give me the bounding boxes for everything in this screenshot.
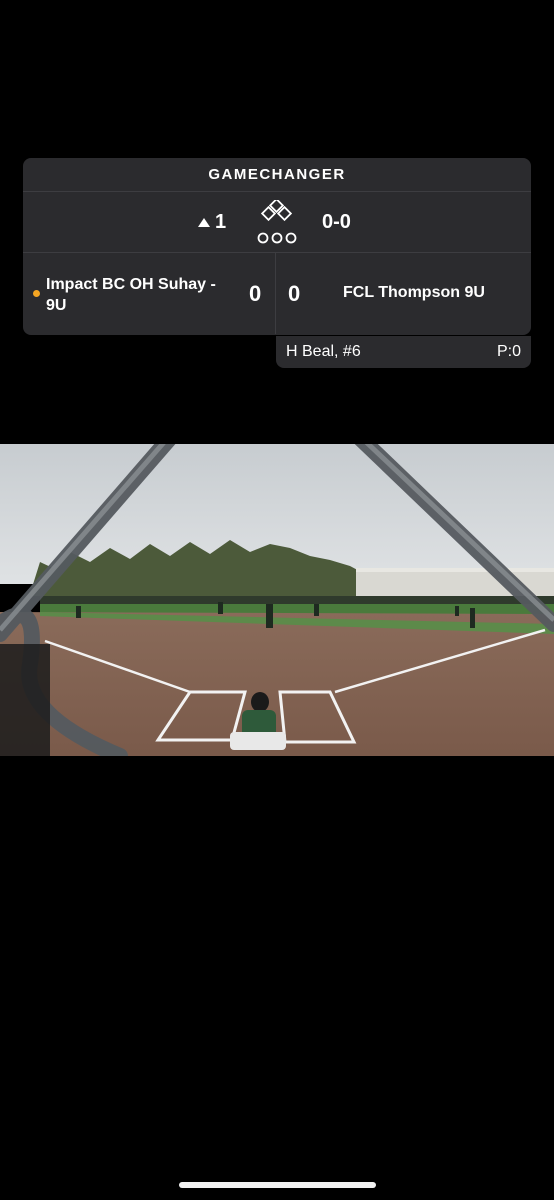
- inning-indicator: 1: [198, 211, 226, 234]
- scoreboard-overlay: GAMECHANGER 1 0-0 Impact BC OH Suhay - 9…: [23, 158, 531, 335]
- bases-outs-icon: [255, 197, 299, 246]
- baseball-field-camera-view: [0, 444, 554, 756]
- video-frame[interactable]: [0, 444, 554, 756]
- game-state: 1 0-0: [23, 192, 531, 253]
- ball-strike-count: 0-0: [322, 211, 351, 233]
- out-2-icon: [271, 232, 283, 244]
- batter-bar: H Beal, #6 P:0: [276, 336, 531, 368]
- out-3-icon: [285, 232, 297, 244]
- home-team-score: 0: [288, 281, 301, 306]
- home-indicator[interactable]: [179, 1182, 376, 1188]
- batting-indicator-dot: [33, 290, 40, 297]
- home-team-name: FCL Thompson 9U: [343, 284, 485, 301]
- away-team-name: Impact BC OH Suhay - 9U: [46, 276, 216, 314]
- inning-number: 1: [215, 211, 227, 233]
- top-inning-arrow-icon: [198, 218, 210, 227]
- pitch-count: P:0: [496, 343, 521, 360]
- teams-row: Impact BC OH Suhay - 9U 0 0 FCL Thompson…: [23, 253, 531, 334]
- out-1-icon: [257, 232, 269, 244]
- brand-logo: GAMECHANGER: [23, 158, 531, 192]
- batter-name: H Beal, #6: [286, 343, 361, 360]
- away-team-score: 0: [249, 281, 262, 306]
- team-divider: [275, 253, 276, 334]
